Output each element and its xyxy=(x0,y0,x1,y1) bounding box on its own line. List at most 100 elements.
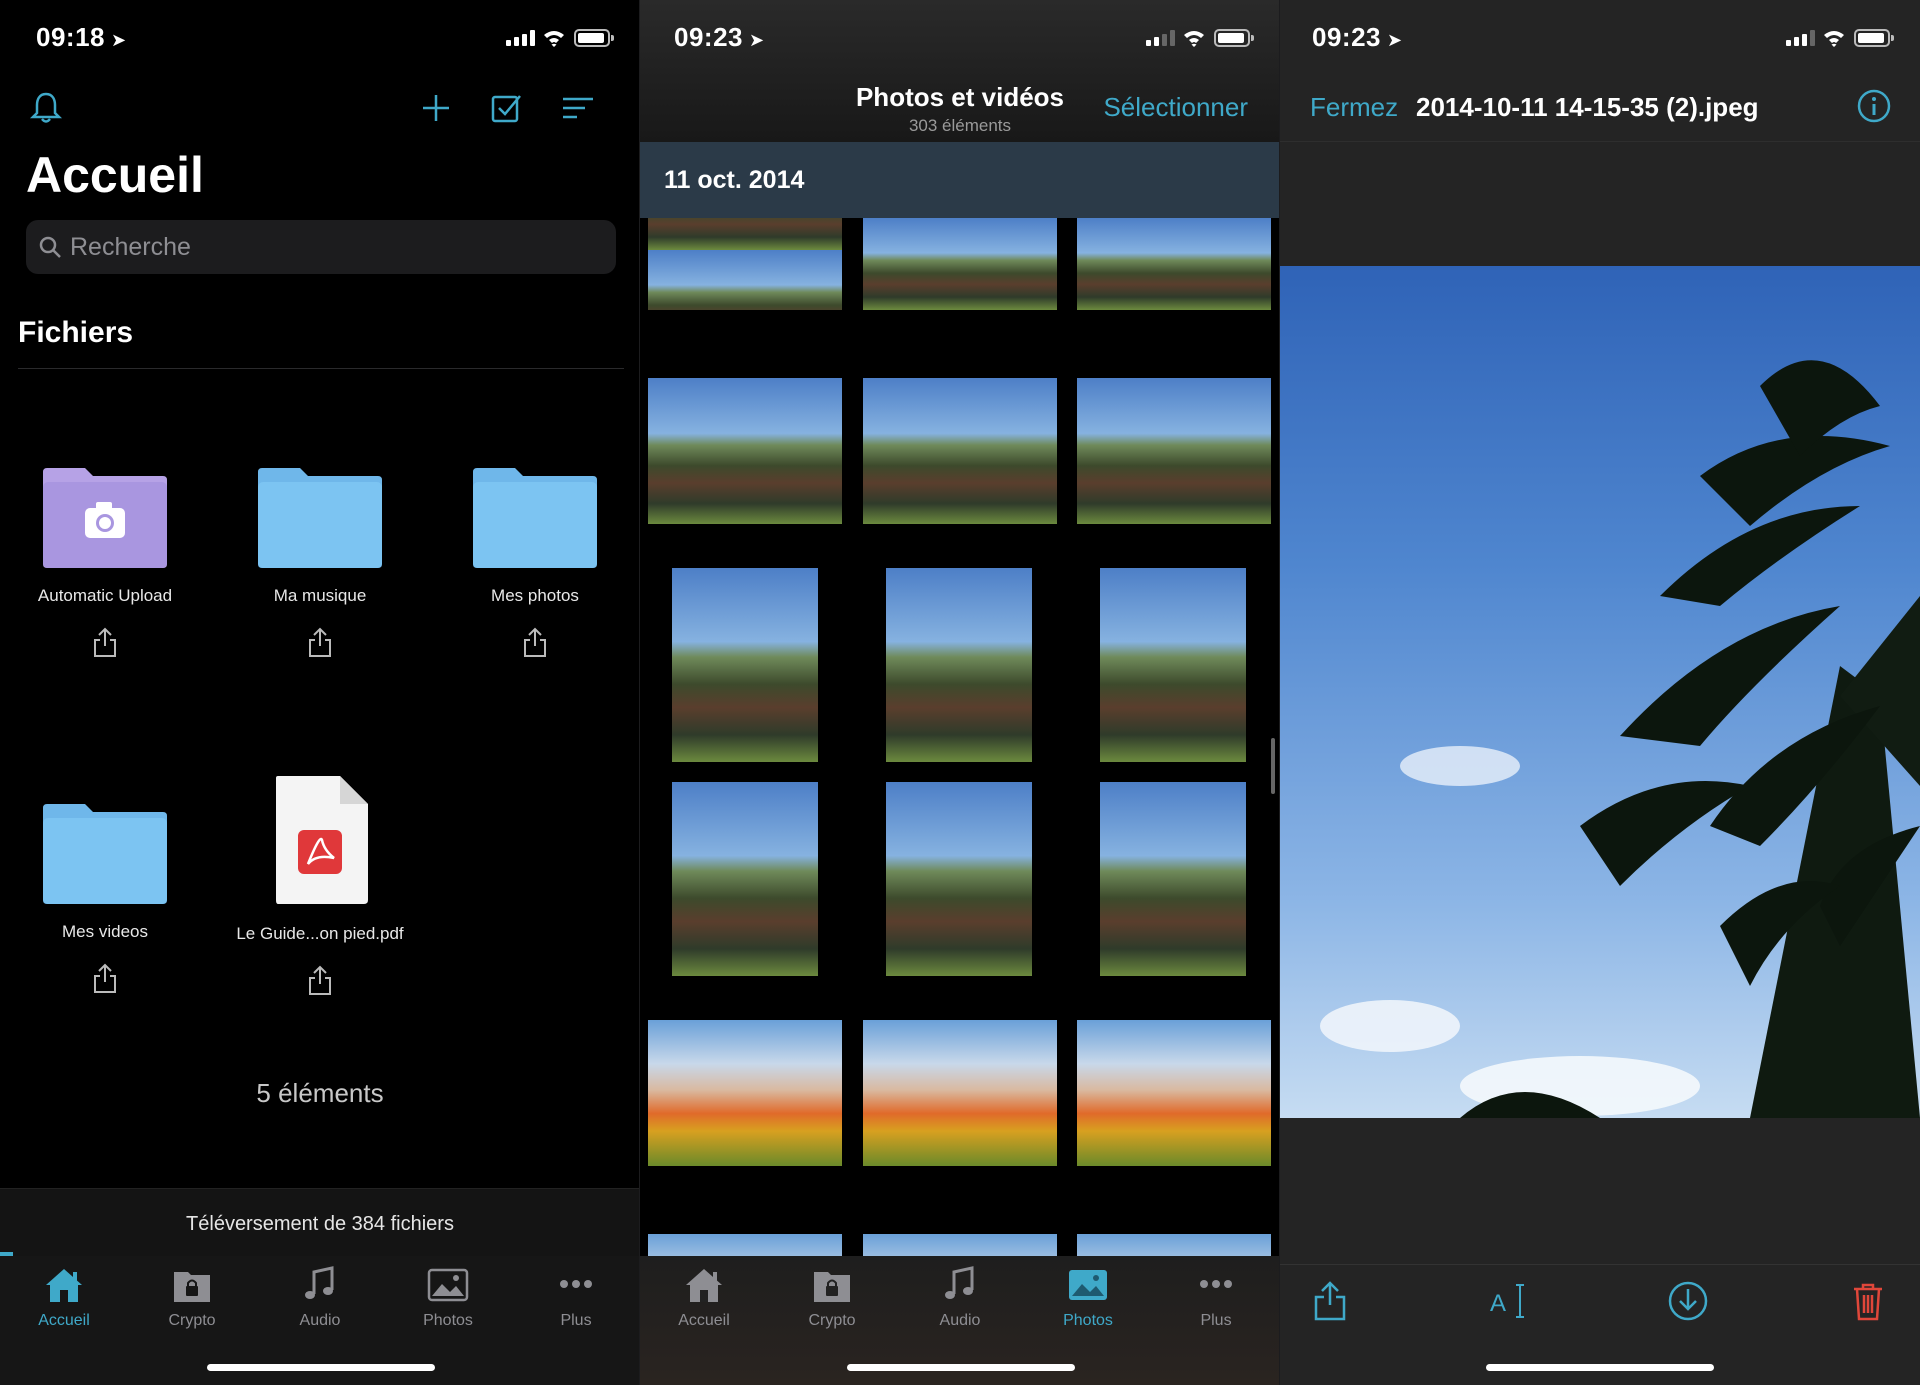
tab-photos[interactable]: Photos xyxy=(384,1264,512,1330)
signal-icon xyxy=(506,30,535,46)
tab-crypto[interactable]: Crypto xyxy=(128,1264,256,1330)
tab-label: Crypto xyxy=(168,1312,216,1329)
folder-icon xyxy=(43,804,167,904)
tab-photos[interactable]: Photos xyxy=(1024,1264,1152,1330)
close-button[interactable]: Fermez xyxy=(1310,92,1398,123)
photo-thumbnail[interactable] xyxy=(1100,568,1246,762)
page-title: Accueil xyxy=(26,147,204,203)
select-button[interactable]: Sélectionner xyxy=(1103,92,1248,123)
search-icon xyxy=(39,236,61,258)
status-time: 09:23 ➤ xyxy=(674,22,765,52)
info-icon[interactable] xyxy=(1856,88,1892,124)
tab-label: Accueil xyxy=(38,1312,90,1329)
folder-icon xyxy=(258,468,382,568)
share-icon[interactable] xyxy=(306,964,334,996)
photo-thumbnail[interactable] xyxy=(886,568,1032,762)
photo-viewer-screen: Fermez 2014-10-11 14-15-35 (2).jpeg 09:2… xyxy=(1280,0,1920,1385)
tab-label: Accueil xyxy=(678,1312,730,1329)
status-time: 09:18 ➤ xyxy=(36,22,127,52)
photo-thumbnail[interactable] xyxy=(1077,218,1271,310)
file-tile-mes-photos[interactable]: Mes photos xyxy=(435,466,635,666)
photos-icon xyxy=(427,1268,469,1302)
file-label: Automatic Upload xyxy=(37,586,173,605)
select-checkbox-icon[interactable] xyxy=(486,88,526,128)
file-label: Mes photos xyxy=(491,586,579,605)
share-icon[interactable] xyxy=(1308,1279,1352,1323)
photo-thumbnail[interactable] xyxy=(863,218,1057,310)
sort-icon[interactable] xyxy=(558,88,598,128)
section-divider xyxy=(18,368,624,369)
photo-thumbnail[interactable] xyxy=(672,782,818,976)
photo-thumbnail[interactable] xyxy=(648,1234,842,1256)
status-bar: 09:18 ➤ xyxy=(0,0,640,76)
home-indicator xyxy=(1486,1364,1714,1371)
tab-accueil[interactable]: Accueil xyxy=(640,1264,768,1330)
photo-thumbnail[interactable] xyxy=(886,782,1032,976)
share-icon[interactable] xyxy=(91,962,119,994)
file-tile-ma-musique[interactable]: Ma musique xyxy=(220,466,420,666)
tab-label: Plus xyxy=(1200,1312,1232,1329)
download-icon[interactable] xyxy=(1666,1279,1710,1323)
scroll-indicator[interactable] xyxy=(1271,738,1275,794)
photo-thumbnail[interactable] xyxy=(648,1020,842,1166)
photo-thumbnail[interactable] xyxy=(863,378,1057,524)
photo-thumbnail[interactable] xyxy=(648,378,842,524)
status-bar: 09:23 ➤ xyxy=(1280,0,1920,76)
share-icon[interactable] xyxy=(306,626,334,658)
signal-icon xyxy=(1786,30,1815,46)
tab-accueil[interactable]: Accueil xyxy=(0,1264,128,1330)
photo-thumbnail[interactable] xyxy=(1077,1020,1271,1166)
date-label: 11 oct. 2014 xyxy=(664,166,805,194)
photos-screen: Photos et vidéos 303 éléments Sélectionn… xyxy=(640,0,1280,1385)
share-icon[interactable] xyxy=(521,626,549,658)
file-tile-automatic-upload[interactable]: Automatic Upload xyxy=(5,466,205,666)
tab-label: Crypto xyxy=(808,1312,856,1329)
crypto-folder-icon xyxy=(174,1272,210,1302)
upload-status-bar[interactable]: Téléversement de 384 fichiers xyxy=(0,1188,640,1256)
status-bar: 09:23 ➤ xyxy=(640,0,1280,76)
upload-status-text: Téléversement de 384 fichiers xyxy=(186,1213,454,1235)
photo-thumbnail[interactable] xyxy=(1077,1234,1271,1256)
tab-plus[interactable]: Plus xyxy=(512,1264,640,1330)
tab-label: Photos xyxy=(423,1312,473,1329)
date-section-header: 11 oct. 2014 xyxy=(640,142,1280,218)
tab-audio[interactable]: Audio xyxy=(896,1264,1024,1330)
signal-icon xyxy=(1146,30,1175,46)
more-icon xyxy=(1200,1280,1232,1288)
wifi-icon xyxy=(544,31,564,47)
battery-icon xyxy=(1214,29,1254,47)
file-tile-mes-videos[interactable]: Mes videos xyxy=(5,802,205,1002)
photo-thumbnail[interactable] xyxy=(1077,378,1271,524)
item-count: 5 éléments xyxy=(256,1078,384,1108)
battery-icon xyxy=(574,29,614,47)
home-icon xyxy=(46,1269,82,1302)
photo-view[interactable] xyxy=(1280,266,1920,1118)
search-input[interactable]: Recherche xyxy=(26,220,616,274)
photo-thumbnail[interactable] xyxy=(863,1234,1057,1256)
tab-plus[interactable]: Plus xyxy=(1152,1264,1280,1330)
tab-crypto[interactable]: Crypto xyxy=(768,1264,896,1330)
section-title: Fichiers xyxy=(18,316,134,349)
tab-audio[interactable]: Audio xyxy=(256,1264,384,1330)
tab-label: Audio xyxy=(939,1312,981,1329)
music-note-icon xyxy=(305,1266,334,1299)
photo-grid xyxy=(640,218,1280,1256)
photo-thumbnail[interactable] xyxy=(863,1020,1057,1166)
file-tile-pdf[interactable]: Le Guide...on pied.pdf xyxy=(220,774,420,1002)
photo-thumbnail[interactable] xyxy=(1100,782,1246,976)
photo-thumbnail[interactable] xyxy=(648,218,842,310)
bell-icon[interactable] xyxy=(26,88,66,128)
more-icon xyxy=(560,1280,592,1288)
status-time: 09:23 ➤ xyxy=(1312,22,1403,52)
photo-thumbnail[interactable] xyxy=(672,568,818,762)
file-label: Mes videos xyxy=(62,922,148,941)
wifi-icon xyxy=(1824,31,1844,47)
share-icon[interactable] xyxy=(91,626,119,658)
folder-icon xyxy=(473,468,597,568)
svg-text:A: A xyxy=(1490,1290,1506,1317)
file-name: 2014-10-11 14-15-35 (2).jpeg xyxy=(1416,92,1759,122)
add-icon[interactable] xyxy=(416,88,456,128)
rename-icon[interactable]: A xyxy=(1486,1279,1530,1323)
wifi-icon xyxy=(1184,31,1204,47)
trash-icon[interactable] xyxy=(1846,1279,1890,1323)
